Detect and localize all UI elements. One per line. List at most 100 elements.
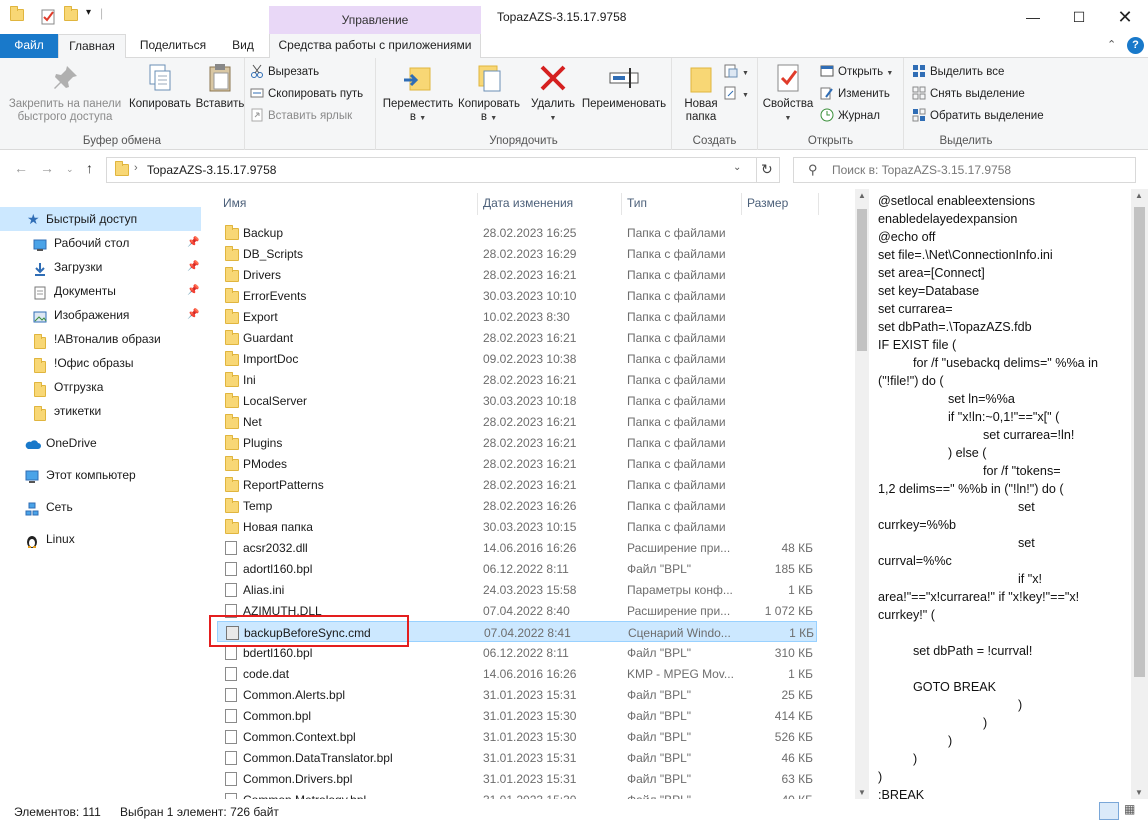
- large-icons-view-icon[interactable]: ▦: [1124, 802, 1142, 820]
- maximize-button[interactable]: ☐: [1056, 0, 1102, 34]
- nav-item-downloads[interactable]: Загрузки 📌: [0, 255, 201, 279]
- easy-access-button[interactable]: ▼: [724, 84, 749, 104]
- scroll-thumb[interactable]: [857, 209, 867, 351]
- details-view-icon[interactable]: [1099, 802, 1119, 820]
- nav-item-pictures[interactable]: Изображения 📌: [0, 303, 201, 327]
- tab-view[interactable]: Вид: [220, 34, 266, 58]
- forward-arrow-icon[interactable]: →: [40, 160, 54, 176]
- copy-button[interactable]: Копировать: [126, 62, 194, 111]
- table-row[interactable]: Net 28.02.2023 16:21 Папка с файлами: [217, 411, 817, 432]
- edit-button[interactable]: Изменить: [820, 84, 890, 104]
- pin-icon[interactable]: 📌: [187, 279, 199, 303]
- nav-item-documents[interactable]: Документы 📌: [0, 279, 201, 303]
- scroll-down-icon[interactable]: ▼: [1135, 788, 1143, 797]
- back-arrow-icon[interactable]: ←: [14, 160, 28, 176]
- table-row[interactable]: Common.Context.bpl 31.01.2023 15:30 Файл "…: [217, 726, 817, 747]
- table-row[interactable]: Common.bpl 31.01.2023 15:30 Файл "BPL" 414 …: [217, 705, 817, 726]
- new-folder-button[interactable]: Новая папка: [676, 62, 726, 124]
- table-row[interactable]: Ini 28.02.2023 16:21 Папка с файлами: [217, 369, 817, 390]
- select-all-button[interactable]: Выделить все: [912, 62, 1004, 82]
- new-folder-icon[interactable]: [64, 6, 80, 25]
- rename-button[interactable]: Переименовать: [578, 62, 670, 111]
- table-row[interactable]: Export 10.02.2023 8:30 Папка с файлами: [217, 306, 817, 327]
- nav-item-folder[interactable]: этикетки: [0, 399, 201, 423]
- refresh-icon[interactable]: ↻: [761, 161, 773, 178]
- open-button[interactable]: Открыть ▼: [820, 62, 893, 82]
- pin-quick-access-button[interactable]: Закрепить на панели быстрого доступа: [6, 62, 124, 124]
- chevron-up-icon[interactable]: ⌃: [1107, 38, 1116, 51]
- nav-linux[interactable]: Linux: [0, 527, 201, 551]
- table-row[interactable]: Drivers 28.02.2023 16:21 Папка с файлами: [217, 264, 817, 285]
- address-dropdown-icon[interactable]: ⌄: [733, 162, 741, 173]
- tab-share[interactable]: Поделиться: [128, 34, 218, 58]
- table-row[interactable]: code.dat 14.06.2016 16:26 KMP - MPEG Mov..…: [217, 663, 817, 684]
- close-button[interactable]: ✕: [1102, 0, 1148, 34]
- table-row[interactable]: ErrorEvents 30.03.2023 10:10 Папка с файла…: [217, 285, 817, 306]
- pin-icon[interactable]: 📌: [187, 231, 199, 255]
- properties-icon[interactable]: [40, 9, 56, 25]
- pin-icon[interactable]: 📌: [187, 255, 199, 279]
- up-arrow-icon[interactable]: ↑: [86, 160, 93, 176]
- properties-button[interactable]: Свойства ▼: [760, 62, 816, 125]
- invert-selection-button[interactable]: Обратить выделение: [912, 106, 1044, 126]
- select-all-label: Выделить все: [930, 66, 1005, 78]
- scroll-up-icon[interactable]: ▲: [858, 191, 866, 200]
- table-row[interactable]: Guardant 28.02.2023 16:21 Папка с файлами: [217, 327, 817, 348]
- new-item-button[interactable]: ▼: [724, 62, 749, 82]
- file-icon: [225, 541, 237, 558]
- column-header-type[interactable]: Тип: [627, 196, 647, 210]
- nav-item-folder[interactable]: Отгрузка: [0, 375, 201, 399]
- file-list-scrollbar[interactable]: ▲ ▼: [855, 189, 869, 799]
- table-row[interactable]: Common.DataTranslator.bpl 31.01.2023 15:3…: [217, 747, 817, 768]
- nav-item-folder[interactable]: !Офис образы: [0, 351, 201, 375]
- nav-scrollbar[interactable]: [205, 189, 217, 799]
- nav-network[interactable]: Сеть: [0, 495, 201, 519]
- scroll-up-icon[interactable]: ▲: [1135, 191, 1143, 200]
- table-row[interactable]: Alias.ini 24.03.2023 15:58 Параметры конф.…: [217, 579, 817, 600]
- nav-item-folder[interactable]: !АВтоналив образи: [0, 327, 201, 351]
- table-row[interactable]: Temp 28.02.2023 16:26 Папка с файлами: [217, 495, 817, 516]
- tab-app-tools[interactable]: Средства работы с приложениями: [269, 34, 481, 58]
- minimize-button[interactable]: —: [1010, 0, 1056, 34]
- tab-file[interactable]: Файл: [0, 34, 58, 58]
- help-icon[interactable]: ?: [1127, 37, 1144, 54]
- copy-to-button[interactable]: Копировать в ▼: [454, 62, 524, 125]
- column-header-date[interactable]: Дата изменения: [483, 196, 573, 210]
- nav-this-pc[interactable]: Этот компьютер: [0, 463, 201, 487]
- move-to-button[interactable]: Переместить в ▼: [382, 62, 454, 125]
- context-tab-manage[interactable]: Управление: [269, 6, 481, 34]
- recent-dropdown-icon[interactable]: ⌄: [66, 164, 74, 175]
- table-row[interactable]: Common.Metrology.bpl31.01.2023 15:30Файл…: [217, 789, 817, 799]
- table-row[interactable]: Common.Alerts.bpl 31.01.2023 15:31 Файл "B…: [217, 684, 817, 705]
- table-row[interactable]: Common.Drivers.bpl 31.01.2023 15:31 Файл "…: [217, 768, 817, 789]
- scroll-down-icon[interactable]: ▼: [858, 788, 866, 797]
- table-row[interactable]: Новая папка 30.03.2023 10:15 Папка с файла…: [217, 516, 817, 537]
- select-none-button[interactable]: Снять выделение: [912, 84, 1025, 104]
- preview-scrollbar[interactable]: ▲ ▼: [1131, 189, 1148, 799]
- delete-button[interactable]: Удалить ▼: [528, 62, 578, 125]
- table-row[interactable]: PModes 28.02.2023 16:21 Папка с файлами: [217, 453, 817, 474]
- history-button[interactable]: Журнал: [820, 106, 880, 126]
- column-header-name[interactable]: Имя: [223, 196, 246, 210]
- table-row[interactable]: Backup 28.02.2023 16:25 Папка с файлами: [217, 222, 817, 243]
- address-bar[interactable]: › TopazAZS-3.15.17.9758 ⌄: [106, 157, 780, 183]
- scroll-thumb[interactable]: [1134, 207, 1145, 677]
- nav-quick-access[interactable]: ★ Быстрый доступ: [0, 207, 201, 231]
- nav-onedrive[interactable]: OneDrive: [0, 431, 201, 455]
- paste-button[interactable]: Вставить: [194, 62, 246, 111]
- table-row[interactable]: ImportDoc 09.02.2023 10:38 Папка с файлами: [217, 348, 817, 369]
- table-row[interactable]: acsr2032.dll 14.06.2016 16:26 Расширение п…: [217, 537, 817, 558]
- table-row[interactable]: adortl160.bpl 06.12.2022 8:11 Файл "BPL" 18…: [217, 558, 817, 579]
- pin-icon[interactable]: 📌: [187, 303, 199, 327]
- search-input[interactable]: ⚲ Поиск в: TopazAZS-3.15.17.9758: [793, 157, 1136, 183]
- group-clipboard: Закрепить на панели быстрого доступа Коп…: [0, 58, 245, 150]
- copy-label: Копировать: [129, 98, 191, 110]
- column-header-size[interactable]: Размер: [747, 196, 788, 210]
- table-row[interactable]: DB_Scripts 28.02.2023 16:29 Папка с файлам…: [217, 243, 817, 264]
- table-row[interactable]: LocalServer 30.03.2023 10:18 Папка с файла…: [217, 390, 817, 411]
- breadcrumb[interactable]: TopazAZS-3.15.17.9758: [147, 163, 276, 177]
- table-row[interactable]: Plugins 28.02.2023 16:21 Папка с файлами: [217, 432, 817, 453]
- nav-item-desktop[interactable]: Рабочий стол 📌: [0, 231, 201, 255]
- tab-home[interactable]: Главная: [58, 34, 126, 59]
- table-row[interactable]: ReportPatterns 28.02.2023 16:21 Папка с фа…: [217, 474, 817, 495]
